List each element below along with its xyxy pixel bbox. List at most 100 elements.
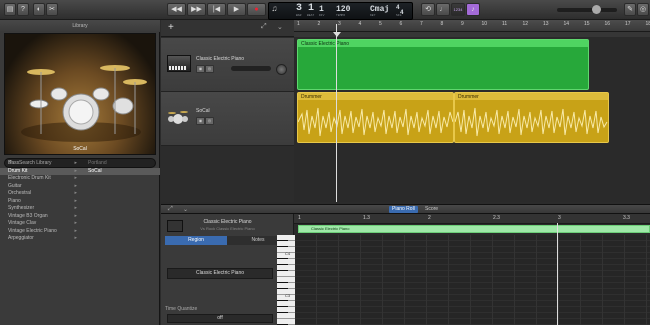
master-volume-slider[interactable]: [557, 8, 617, 12]
loop-browser-icon[interactable]: ◎: [637, 3, 649, 16]
library-category-label: Orchestral: [8, 190, 32, 196]
library-category-item[interactable]: Orchestral ▸: [0, 190, 80, 198]
track-header-drummer[interactable]: SoCal ◉ ◎: [161, 92, 294, 146]
editor-ruler-number: 2: [428, 215, 431, 221]
library-category-item[interactable]: Drum Kit ▸: [0, 167, 80, 175]
library-category-item[interactable]: Vintage B3 Organ ▸: [0, 213, 80, 221]
track-header-piano[interactable]: Classic Electric Piano ◉ ◎: [161, 38, 294, 92]
editor-ruler-number: 1: [298, 215, 301, 221]
library-category-item[interactable]: Arpeggiator ▸: [0, 235, 80, 243]
chevron-right-icon: ▸: [74, 205, 77, 211]
library-category-item[interactable]: Piano ▸: [0, 198, 80, 206]
tab-score[interactable]: Score: [425, 206, 438, 213]
time-quantize-select[interactable]: off: [167, 314, 273, 323]
library-category-item[interactable]: Synthesizer ▸: [0, 205, 80, 213]
notepad-icon[interactable]: ✎: [624, 3, 636, 16]
solo-button[interactable]: ◎: [205, 65, 214, 73]
lcd-label-key: KEY: [370, 14, 376, 17]
timeline-ruler[interactable]: 1 2 3 4 5 6 7 8 9 10 11 12 13 14 15 16 17 18: [294, 20, 650, 32]
library-presets: Portland SoCal: [80, 160, 160, 325]
region-drummer-2[interactable]: Drummer: [454, 92, 609, 143]
lcd-label-tempo: TEMPO: [336, 14, 346, 17]
playhead-handle[interactable]: [333, 32, 341, 37]
ruler-number: 13: [543, 21, 549, 27]
editor-ruler-number: 1.3: [363, 215, 370, 221]
ruler-number: 6: [399, 21, 403, 27]
library-category-item[interactable]: Guitar ▸: [0, 183, 80, 191]
library-category-label: Vintage Clav: [8, 220, 37, 226]
region-piano[interactable]: Classic Electric Piano: [297, 39, 589, 90]
piano-icon: [167, 55, 191, 72]
key-label-c3: C3: [285, 293, 291, 298]
library-category-item[interactable]: Electronic Drum Kit ▸: [0, 175, 80, 183]
editor-catch-icon[interactable]: ⤢: [168, 206, 173, 213]
region-name-field[interactable]: Classic Electric Piano: [167, 268, 273, 279]
editor-inspector: Classic Electric Piano Vs Rock Classic E…: [161, 214, 294, 325]
library-panel: Library SoCal Search Library ⌕ Bass ▸ Drum…: [0, 20, 160, 325]
library-preset-item[interactable]: SoCal: [80, 167, 160, 175]
count-in-button[interactable]: 1234: [451, 3, 465, 16]
go-to-start-icon[interactable]: |◀: [207, 3, 226, 16]
smart-controls-icon[interactable]: ◐: [33, 3, 45, 16]
library-category-label: Guitar: [8, 182, 22, 189]
region-label: Drummer: [301, 94, 322, 100]
cycle-icon[interactable]: ⟲: [421, 3, 435, 16]
ruler-number: 12: [522, 21, 529, 27]
editor-filter-icon[interactable]: ⌄: [183, 206, 188, 213]
editor-ruler[interactable]: 1 1.3 2 2.3 3 3.3: [294, 214, 650, 224]
track-filter-icon[interactable]: ⌄: [277, 23, 283, 31]
ruler-number: 3: [338, 21, 341, 27]
lcd-bar: 3: [296, 3, 303, 14]
add-track-button[interactable]: +: [168, 22, 174, 33]
help-icon[interactable]: ?: [17, 3, 29, 16]
region-tab[interactable]: Region: [165, 236, 227, 245]
metronome-icon[interactable]: ♪: [466, 3, 480, 16]
ruler-number: 10: [481, 21, 488, 27]
track-pan-knob[interactable]: [276, 64, 287, 75]
piano-roll[interactable]: 1 1.3 2 2.3 3 3.3 Classic Electric Piano: [294, 214, 650, 325]
library-category-item[interactable]: Vintage Electric Piano ▸: [0, 228, 80, 236]
lcd-note-icon: ♫: [272, 5, 277, 14]
tuner-icon[interactable]: ♩: [436, 3, 450, 16]
note-grid[interactable]: [294, 235, 650, 325]
chevron-right-icon: ▸: [74, 182, 77, 189]
fast-forward-icon[interactable]: ▶▶: [187, 3, 206, 16]
library-icon[interactable]: ▤: [4, 3, 16, 16]
catch-playhead-icon[interactable]: ⤢: [261, 23, 267, 31]
master-volume-thumb[interactable]: [592, 5, 601, 14]
tracks-area[interactable]: Classic Electric Piano Drummer Drummer: [294, 37, 650, 202]
library-category-label: Vintage Electric Piano: [8, 227, 57, 234]
track-name: Classic Electric Piano: [196, 56, 245, 62]
library-categories: Bass ▸ Drum Kit ▸ Electronic Drum Kit ▸ Guitar…: [0, 160, 80, 325]
record-icon[interactable]: ●: [247, 3, 266, 16]
library-category-label: Synthesizer: [8, 205, 35, 211]
tracks-header-bar: + ⤢ ⌄: [161, 20, 294, 37]
play-icon[interactable]: ▶: [227, 3, 246, 16]
ruler-number: 18: [645, 21, 650, 27]
piano-keyboard[interactable]: [277, 235, 295, 325]
library-category-item[interactable]: Bass ▸: [0, 160, 80, 168]
editors-icon[interactable]: ✂: [46, 3, 58, 16]
ruler-number: 1: [297, 21, 300, 27]
editor-region-bar[interactable]: Classic Electric Piano: [298, 225, 650, 233]
region-drummer-1[interactable]: Drummer: [297, 92, 454, 143]
region-label: Classic Electric Piano: [301, 41, 350, 47]
chevron-right-icon: ▸: [74, 227, 77, 234]
editor-playhead[interactable]: [557, 223, 558, 325]
ruler-number: 2: [317, 21, 321, 27]
library-category-item[interactable]: Vintage Clav ▸: [0, 220, 80, 228]
rewind-icon[interactable]: ◀◀: [167, 3, 186, 16]
tab-piano-roll[interactable]: Piano Roll: [389, 206, 418, 213]
library-category-label: Bass: [8, 160, 20, 166]
solo-button[interactable]: ◎: [205, 117, 214, 125]
library-preset-item[interactable]: Portland: [80, 160, 160, 168]
editor-toolbar: ⤢ ⌄ Piano Roll Score: [161, 204, 650, 214]
lcd-display[interactable]: ♫ 3 1 1 120 Cmaj 4 4 BAR BEAT DIV TEMPO …: [268, 2, 413, 20]
mute-button[interactable]: ◉: [196, 117, 205, 125]
editor-track-sub: Vs Rock Classic Electric Piano: [200, 226, 255, 231]
lcd-beat: 1: [308, 3, 315, 14]
playhead[interactable]: [336, 24, 337, 202]
track-volume-slider[interactable]: [231, 66, 271, 71]
mute-button[interactable]: ◉: [196, 65, 205, 73]
drummer-icon: [168, 107, 188, 125]
